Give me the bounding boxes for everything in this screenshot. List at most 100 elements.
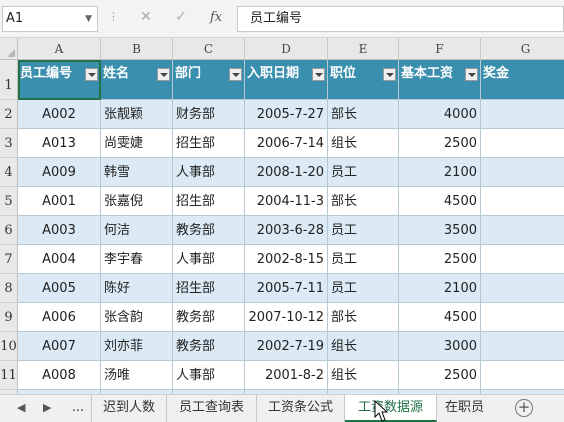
table-cell[interactable]: 部长: [328, 187, 399, 216]
table-cell[interactable]: 招生部: [173, 274, 245, 303]
sheet-tab[interactable]: 迟到人数: [92, 395, 167, 422]
filter-dropdown-icon[interactable]: [383, 68, 396, 81]
table-cell[interactable]: 4500: [399, 187, 481, 216]
filter-dropdown-icon[interactable]: [312, 68, 325, 81]
table-cell[interactable]: 张嘉倪: [101, 187, 173, 216]
row-header[interactable]: 1: [0, 60, 18, 100]
table-cell[interactable]: 张靓颖: [101, 100, 173, 129]
table-cell[interactable]: 刘亦菲: [101, 332, 173, 361]
tab-overflow[interactable]: ...: [65, 395, 92, 422]
table-cell[interactable]: 部长: [328, 303, 399, 332]
table-cell[interactable]: 2500: [399, 245, 481, 274]
cancel-icon[interactable]: ✕: [140, 9, 152, 25]
table-cell[interactable]: 2005-7-27: [245, 100, 328, 129]
table-header-cell[interactable]: 入职日期: [245, 60, 328, 100]
row-header[interactable]: 5: [0, 187, 18, 216]
row-header[interactable]: 4: [0, 158, 18, 187]
sheet-tab[interactable]: 在职员: [437, 395, 497, 422]
table-cell[interactable]: 组长: [328, 332, 399, 361]
table-cell[interactable]: 招生部: [173, 187, 245, 216]
table-cell[interactable]: 人事部: [173, 361, 245, 390]
table-cell[interactable]: A004: [18, 245, 101, 274]
filter-dropdown-icon[interactable]: [229, 68, 242, 81]
table-cell[interactable]: A002: [18, 100, 101, 129]
table-cell[interactable]: 张含韵: [101, 303, 173, 332]
tab-scroll-right-icon[interactable]: ▶: [43, 401, 51, 414]
table-cell[interactable]: A001: [18, 187, 101, 216]
column-header-d[interactable]: D: [245, 38, 328, 60]
row-header[interactable]: 6: [0, 216, 18, 245]
row-header[interactable]: 8: [0, 274, 18, 303]
table-cell[interactable]: [481, 274, 564, 303]
table-cell[interactable]: [481, 332, 564, 361]
sheet-tab[interactable]: 工资条公式: [257, 395, 345, 422]
column-header-c[interactable]: C: [173, 38, 245, 60]
filter-dropdown-icon[interactable]: [85, 68, 98, 81]
table-cell[interactable]: 4500: [399, 303, 481, 332]
sheet-tab[interactable]: 员工查询表: [167, 395, 257, 422]
table-cell[interactable]: [481, 100, 564, 129]
formula-input[interactable]: 员工编号: [237, 6, 564, 32]
row-header[interactable]: 7: [0, 245, 18, 274]
table-cell[interactable]: 员工: [328, 158, 399, 187]
enter-icon[interactable]: ✓: [175, 9, 187, 25]
table-cell[interactable]: 组长: [328, 129, 399, 158]
table-cell[interactable]: A003: [18, 216, 101, 245]
table-cell[interactable]: 4000: [399, 100, 481, 129]
table-cell[interactable]: 2007-10-12: [245, 303, 328, 332]
table-cell[interactable]: 韩雪: [101, 158, 173, 187]
table-cell[interactable]: 2003-6-28: [245, 216, 328, 245]
table-cell[interactable]: A006: [18, 303, 101, 332]
add-sheet-icon[interactable]: +: [515, 399, 533, 417]
table-cell[interactable]: 员工: [328, 245, 399, 274]
row-header[interactable]: 9: [0, 303, 18, 332]
filter-dropdown-icon[interactable]: [465, 68, 478, 81]
table-cell[interactable]: A013: [18, 129, 101, 158]
table-cell[interactable]: 教务部: [173, 332, 245, 361]
table-cell[interactable]: 2100: [399, 158, 481, 187]
table-cell[interactable]: 李宇春: [101, 245, 173, 274]
table-cell[interactable]: 人事部: [173, 158, 245, 187]
column-header-b[interactable]: B: [101, 38, 173, 60]
table-cell[interactable]: 人事部: [173, 245, 245, 274]
table-cell[interactable]: [481, 187, 564, 216]
table-cell[interactable]: 汤唯: [101, 361, 173, 390]
tab-scroll-left-icon[interactable]: ◀: [17, 401, 25, 414]
table-cell[interactable]: 2002-8-15: [245, 245, 328, 274]
table-cell[interactable]: 2002-7-19: [245, 332, 328, 361]
table-cell[interactable]: 何洁: [101, 216, 173, 245]
table-cell[interactable]: 陈好: [101, 274, 173, 303]
table-cell[interactable]: 尚雯婕: [101, 129, 173, 158]
sheet-tab[interactable]: 工资数据源: [345, 395, 437, 422]
table-cell[interactable]: 招生部: [173, 129, 245, 158]
table-cell[interactable]: 2005-7-11: [245, 274, 328, 303]
table-header-cell[interactable]: 基本工资: [399, 60, 481, 100]
table-cell[interactable]: 2008-1-20: [245, 158, 328, 187]
row-header[interactable]: 11: [0, 361, 18, 390]
table-header-cell[interactable]: 姓名: [101, 60, 173, 100]
column-header-f[interactable]: F: [399, 38, 481, 60]
table-cell[interactable]: [481, 303, 564, 332]
table-cell[interactable]: 2500: [399, 361, 481, 390]
table-cell[interactable]: 财务部: [173, 100, 245, 129]
table-cell[interactable]: 2500: [399, 129, 481, 158]
row-header[interactable]: 10: [0, 332, 18, 361]
table-cell[interactable]: 员工: [328, 216, 399, 245]
table-header-cell[interactable]: 部门: [173, 60, 245, 100]
table-cell[interactable]: 部长: [328, 100, 399, 129]
table-cell[interactable]: [481, 245, 564, 274]
table-header-cell[interactable]: 奖金: [481, 60, 564, 100]
row-header[interactable]: 3: [0, 129, 18, 158]
table-cell[interactable]: 2004-11-3: [245, 187, 328, 216]
column-header-a[interactable]: A: [18, 38, 101, 60]
table-cell[interactable]: 组长: [328, 361, 399, 390]
filter-dropdown-icon[interactable]: [157, 68, 170, 81]
column-header-e[interactable]: E: [328, 38, 399, 60]
table-cell[interactable]: 员工: [328, 274, 399, 303]
table-cell[interactable]: A007: [18, 332, 101, 361]
table-cell[interactable]: A005: [18, 274, 101, 303]
table-cell[interactable]: 2001-8-2: [245, 361, 328, 390]
table-cell[interactable]: 3000: [399, 332, 481, 361]
table-cell[interactable]: 教务部: [173, 216, 245, 245]
table-cell[interactable]: [481, 361, 564, 390]
